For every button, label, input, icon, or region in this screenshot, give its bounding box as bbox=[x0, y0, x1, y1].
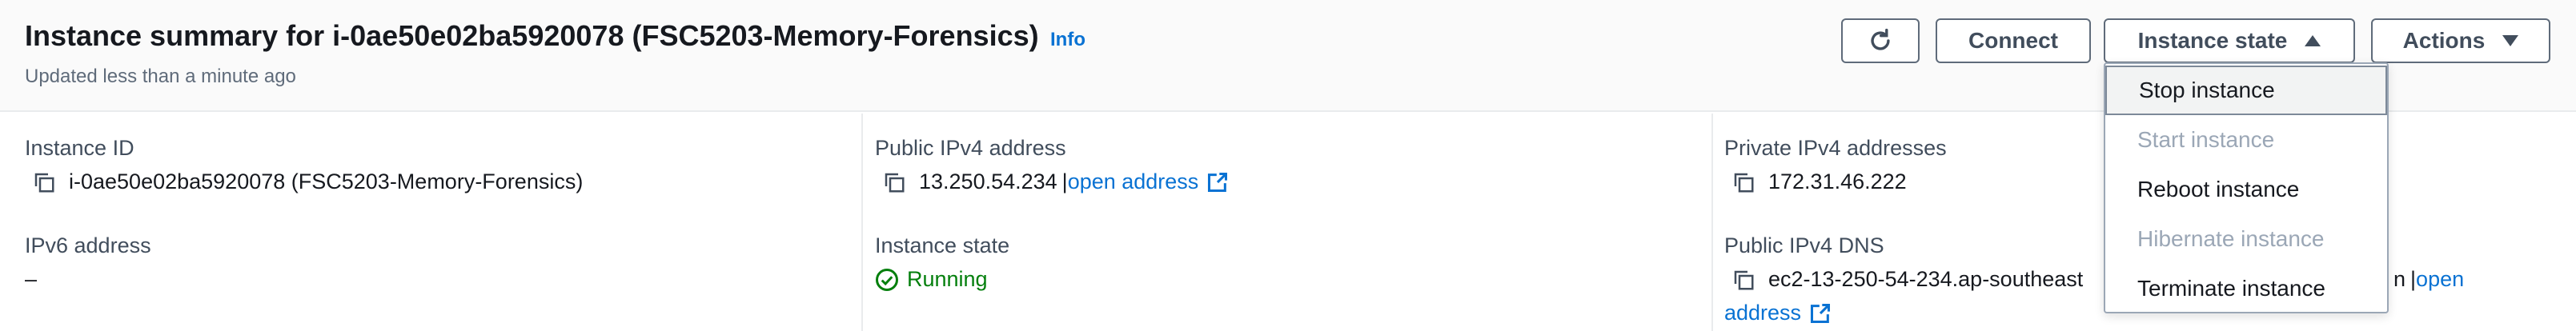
actions-label: Actions bbox=[2402, 28, 2486, 53]
copy-icon[interactable] bbox=[1731, 268, 1755, 292]
private-ipv4-label: Private IPv4 addresses bbox=[1724, 136, 1947, 160]
menu-item-start-instance: Start instance bbox=[2137, 127, 2275, 152]
menu-item-stop-instance[interactable]: Stop instance bbox=[2105, 66, 2387, 115]
instance-state-label: Instance state bbox=[2137, 28, 2288, 53]
external-link-icon[interactable] bbox=[1809, 302, 1832, 325]
copy-icon[interactable] bbox=[882, 170, 906, 194]
open-dns-link-continued[interactable]: address bbox=[1724, 301, 1801, 325]
ipv6-label: IPv6 address bbox=[25, 233, 151, 257]
updated-subtitle: Updated less than a minute ago bbox=[25, 66, 296, 87]
copy-icon[interactable] bbox=[32, 170, 56, 194]
open-address-link[interactable]: open address bbox=[1068, 169, 1199, 194]
caret-up-icon bbox=[2305, 35, 2321, 46]
public-dns-label: Public IPv4 DNS bbox=[1724, 233, 1884, 257]
public-dns-tail-row: n | open bbox=[2393, 267, 2464, 292]
caret-down-icon bbox=[2502, 35, 2519, 46]
instance-id-label: Instance ID bbox=[25, 136, 134, 160]
separator: | bbox=[1061, 169, 1068, 193]
instance-state-button[interactable]: Instance state bbox=[2104, 18, 2355, 63]
copy-icon[interactable] bbox=[1731, 170, 1755, 194]
success-check-icon bbox=[875, 268, 899, 292]
menu-item-terminate-instance[interactable]: Terminate instance bbox=[2105, 264, 2387, 313]
public-dns-value: ec2-13-250-54-234.ap-southeast bbox=[1768, 267, 2084, 291]
public-ipv4-value: 13.250.54.234 bbox=[919, 169, 1057, 193]
column-divider bbox=[861, 114, 863, 331]
instance-state-value: Running bbox=[907, 267, 988, 291]
instance-state-menu: Stop instance Start instance Reboot inst… bbox=[2104, 62, 2389, 313]
actions-button[interactable]: Actions bbox=[2371, 18, 2550, 63]
menu-item-reboot-instance[interactable]: Reboot instance bbox=[2105, 165, 2387, 214]
refresh-icon bbox=[1867, 27, 1894, 54]
instance-state-value-row: Running bbox=[875, 267, 988, 292]
ipv6-value: – bbox=[25, 267, 38, 291]
public-ipv4-value-row: 13.250.54.234 | open address bbox=[882, 169, 1229, 194]
connect-button[interactable]: Connect bbox=[1936, 18, 2091, 63]
open-dns-link[interactable]: open bbox=[2416, 267, 2464, 292]
refresh-button[interactable] bbox=[1841, 18, 1920, 63]
menu-item-hibernate-instance: Hibernate instance bbox=[2137, 226, 2325, 251]
instance-id-value: i-0ae50e02ba5920078 (FSC5203-Memory-Fore… bbox=[69, 169, 584, 193]
public-ipv4-label: Public IPv4 address bbox=[875, 136, 1066, 160]
public-dns-value-tail: n bbox=[2393, 267, 2406, 291]
public-dns-value-row: ec2-13-250-54-234.ap-southeast bbox=[1731, 267, 2083, 292]
info-link[interactable]: Info bbox=[1050, 29, 1085, 51]
column-divider bbox=[1711, 114, 1713, 331]
private-ipv4-value-row: 172.31.46.222 bbox=[1731, 169, 1907, 194]
instance-id-value-row: i-0ae50e02ba5920078 (FSC5203-Memory-Fore… bbox=[32, 169, 583, 194]
private-ipv4-value: 172.31.46.222 bbox=[1768, 169, 1907, 193]
external-link-icon[interactable] bbox=[1206, 171, 1229, 193]
instance-state-field-label: Instance state bbox=[875, 233, 1010, 257]
public-dns-link-row: address bbox=[1724, 301, 1832, 325]
separator: | bbox=[2410, 267, 2417, 291]
page-title: Instance summary for i-0ae50e02ba5920078… bbox=[25, 19, 1039, 52]
